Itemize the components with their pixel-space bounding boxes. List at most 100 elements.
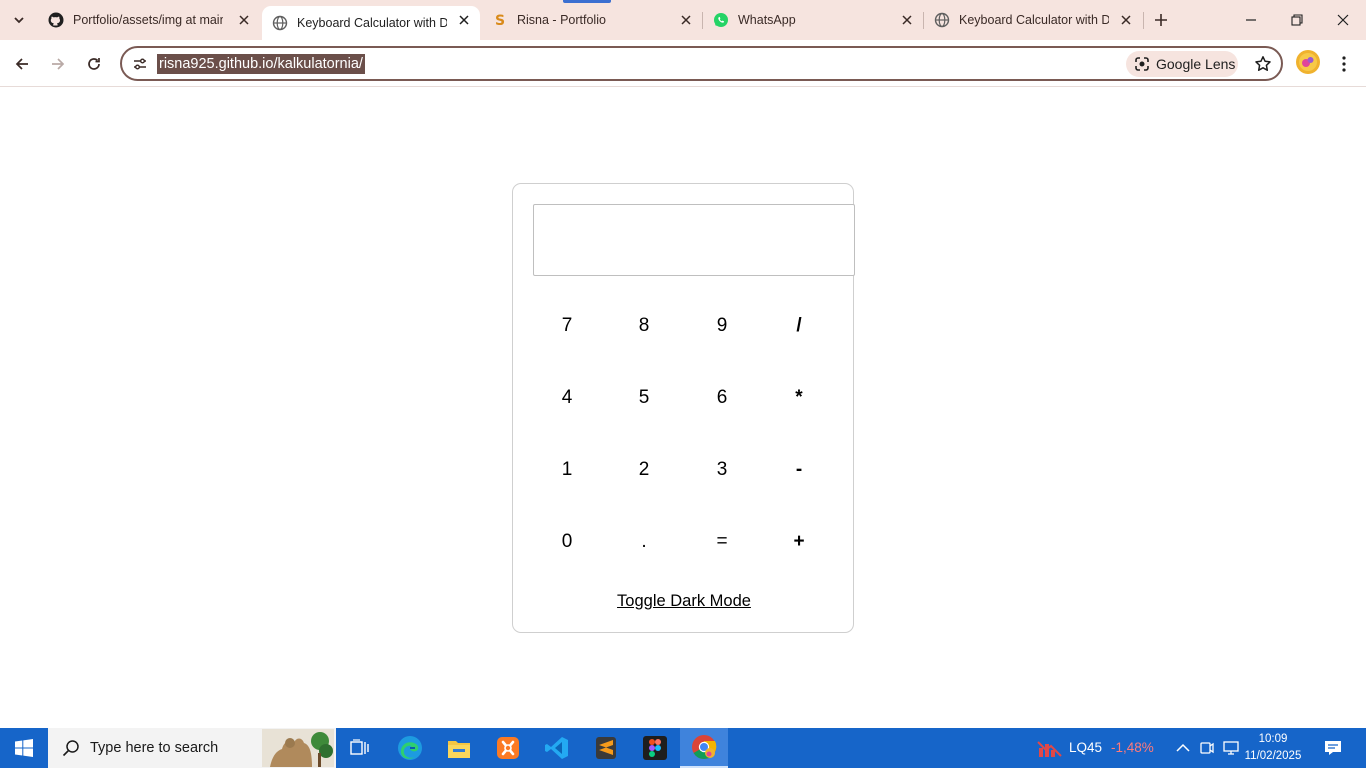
key-4[interactable]: 4 xyxy=(537,378,597,418)
forward-button[interactable] xyxy=(44,50,72,78)
stock-change[interactable]: -1,48% xyxy=(1111,728,1154,768)
vscode-button[interactable] xyxy=(533,728,581,768)
reload-icon xyxy=(88,58,100,70)
address-bar[interactable]: risna925.github.io/kalkulatornia/ Google… xyxy=(120,46,1283,81)
file-explorer-icon xyxy=(448,741,470,758)
svg-text:S: S xyxy=(495,13,505,28)
profile-avatar[interactable] xyxy=(1296,50,1320,74)
tab-whatsapp[interactable]: WhatsApp xyxy=(703,0,923,40)
minimize-icon xyxy=(1246,19,1256,21)
more-vertical-icon xyxy=(1342,56,1346,72)
tab-risna-portfolio[interactable]: S Risna - Portfolio xyxy=(482,0,702,40)
taskbar: Type here to search LQ45 -1,48% 10:09 11… xyxy=(0,728,1366,768)
vscode-icon xyxy=(545,737,568,759)
tab-keyboard-calculator[interactable]: Keyboard Calculator with Da xyxy=(924,0,1142,40)
task-view-button[interactable] xyxy=(336,728,384,768)
notification-icon xyxy=(1325,741,1341,755)
tab-separator xyxy=(1143,12,1144,29)
key-6[interactable]: 6 xyxy=(692,378,752,418)
taskbar-search-box[interactable]: Type here to search xyxy=(48,728,336,768)
xampp-icon xyxy=(497,737,519,759)
site-settings-icon[interactable] xyxy=(130,54,150,74)
calculator: 7 8 9 / 4 5 6 * 1 2 3 - 0 . = + Toggle D… xyxy=(512,183,855,633)
key-0[interactable]: 0 xyxy=(537,522,597,562)
key-equals[interactable]: = xyxy=(692,522,752,562)
key-divide[interactable]: / xyxy=(769,306,829,346)
sublime-text-button[interactable] xyxy=(582,728,630,768)
google-lens-button[interactable]: Google Lens xyxy=(1126,51,1238,77)
google-lens-label: Google Lens xyxy=(1156,56,1236,72)
browser-menu-button[interactable] xyxy=(1332,50,1356,78)
sublime-s-icon: S xyxy=(492,12,508,28)
key-1[interactable]: 1 xyxy=(537,450,597,490)
clock-date: 11/02/2025 xyxy=(1244,750,1302,762)
search-placeholder: Type here to search xyxy=(90,740,219,756)
close-icon[interactable] xyxy=(236,12,252,28)
start-button[interactable] xyxy=(0,728,48,768)
new-tab-button[interactable] xyxy=(1150,9,1172,31)
close-icon[interactable] xyxy=(456,12,472,28)
file-explorer-button[interactable] xyxy=(435,728,483,768)
restore-icon xyxy=(1291,14,1303,26)
show-hidden-icons-button[interactable] xyxy=(1173,738,1193,758)
tab-title: WhatsApp xyxy=(738,13,796,27)
close-icon[interactable] xyxy=(678,12,694,28)
edge-icon xyxy=(398,736,422,760)
chevron-down-icon xyxy=(14,17,24,24)
stock-trend-icon[interactable] xyxy=(1036,738,1064,758)
stock-name[interactable]: LQ45 xyxy=(1069,728,1102,768)
whatsapp-icon xyxy=(713,12,729,28)
key-8[interactable]: 8 xyxy=(614,306,674,346)
avatar-icon xyxy=(1299,53,1317,71)
key-subtract[interactable]: - xyxy=(769,450,829,490)
reload-button[interactable] xyxy=(80,50,108,78)
chrome-button[interactable] xyxy=(680,728,728,768)
tab-github-portfolio[interactable]: Portfolio/assets/img at main xyxy=(38,0,260,40)
star-icon xyxy=(1255,56,1271,71)
key-add[interactable]: + xyxy=(769,522,829,562)
close-icon[interactable] xyxy=(1118,12,1134,28)
windows-icon xyxy=(15,739,33,757)
google-lens-icon xyxy=(1135,57,1149,71)
close-icon xyxy=(1337,14,1349,26)
tab-search-button[interactable] xyxy=(6,7,32,33)
tab-title: Risna - Portfolio xyxy=(517,13,606,27)
bookmark-button[interactable] xyxy=(1250,51,1276,77)
figma-button[interactable] xyxy=(631,728,679,768)
close-window-button[interactable] xyxy=(1320,0,1366,40)
arrow-left-icon xyxy=(15,58,28,70)
figma-icon xyxy=(643,736,667,760)
key-multiply[interactable]: * xyxy=(769,378,829,418)
tab-title: Keyboard Calculator with Da xyxy=(959,13,1109,27)
close-icon[interactable] xyxy=(899,12,915,28)
toggle-dark-mode-button[interactable]: Toggle Dark Mode xyxy=(513,592,855,611)
calculator-display[interactable] xyxy=(533,204,855,276)
browser-toolbar: risna925.github.io/kalkulatornia/ Google… xyxy=(0,40,1366,87)
chevron-up-icon xyxy=(1176,743,1190,752)
restore-button[interactable] xyxy=(1274,0,1320,40)
back-button[interactable] xyxy=(8,50,36,78)
edge-button[interactable] xyxy=(386,728,434,768)
meet-now-icon[interactable] xyxy=(1197,738,1217,758)
key-7[interactable]: 7 xyxy=(537,306,597,346)
tab-title: Keyboard Calculator with Da xyxy=(297,16,447,30)
url-text[interactable]: risna925.github.io/kalkulatornia/ xyxy=(157,54,365,74)
minimize-button[interactable] xyxy=(1228,0,1274,40)
plus-icon xyxy=(1155,14,1167,26)
key-5[interactable]: 5 xyxy=(614,378,674,418)
task-view-icon xyxy=(350,739,369,755)
globe-icon xyxy=(272,15,288,31)
key-3[interactable]: 3 xyxy=(692,450,752,490)
xampp-button[interactable] xyxy=(484,728,532,768)
tab-strip: Portfolio/assets/img at main Keyboard Ca… xyxy=(0,0,1366,40)
search-icon xyxy=(62,740,79,757)
action-center-button[interactable] xyxy=(1318,728,1348,768)
globe-icon xyxy=(934,12,950,28)
key-decimal[interactable]: . xyxy=(614,522,674,562)
key-9[interactable]: 9 xyxy=(692,306,752,346)
clock[interactable]: 10:09 11/02/2025 xyxy=(1238,731,1308,765)
tab-keyboard-calculator-active[interactable]: Keyboard Calculator with Da xyxy=(262,6,480,40)
key-2[interactable]: 2 xyxy=(614,450,674,490)
tab-title: Portfolio/assets/img at main xyxy=(73,13,223,27)
clock-time: 10:09 xyxy=(1258,733,1288,745)
